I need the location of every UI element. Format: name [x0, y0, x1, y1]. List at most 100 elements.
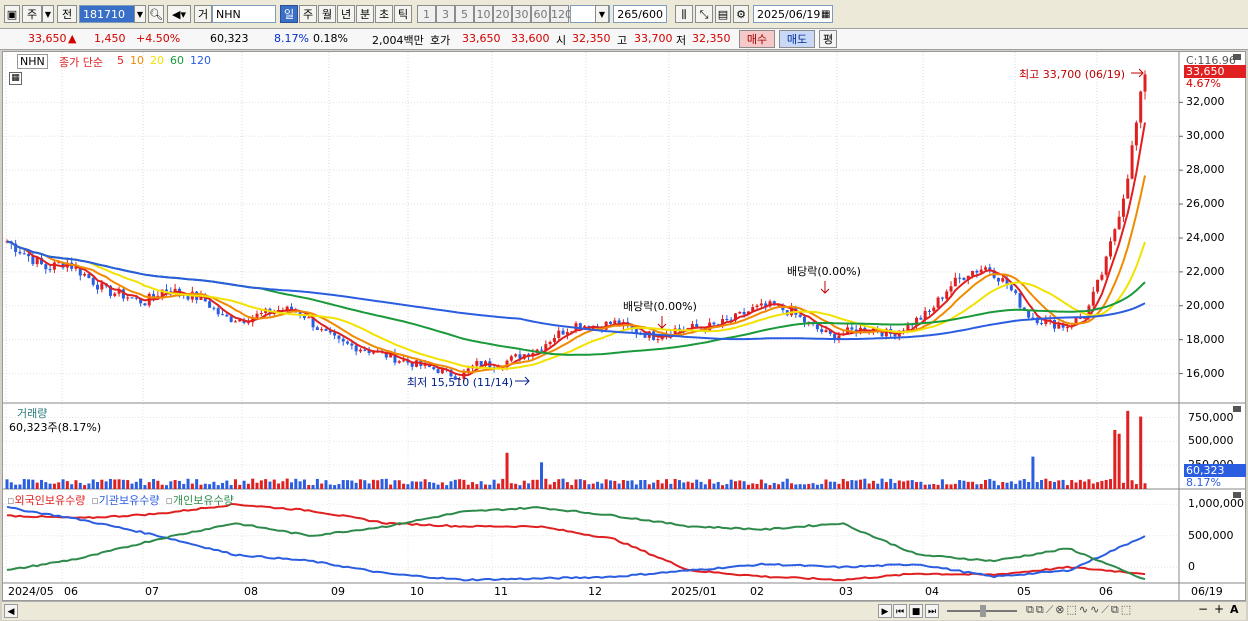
buy-button[interactable]: 매수	[739, 30, 775, 48]
zoom-out-icon[interactable]: −	[1198, 602, 1208, 616]
save-icon[interactable]: ▤	[715, 5, 731, 23]
prev-button[interactable]: 전	[57, 5, 77, 23]
interval-button[interactable]: 30	[512, 5, 531, 23]
gear-icon[interactable]: ⚙	[733, 5, 749, 23]
stock-name-field[interactable]: NHN	[212, 5, 276, 23]
period-tab[interactable]: 틱	[394, 5, 412, 23]
fast-forward-icon[interactable]: ⏭	[925, 604, 939, 618]
candle-body	[216, 308, 220, 315]
interval-button[interactable]: 120	[550, 5, 572, 23]
volume-bar	[604, 479, 608, 489]
volume-bar	[923, 484, 927, 489]
candle-body	[1014, 290, 1018, 294]
zoom-in-icon[interactable]: +	[1214, 602, 1224, 616]
market-label: 거	[194, 5, 212, 23]
line-tool-icon[interactable]: ⤡	[695, 5, 713, 23]
table-icon[interactable]: ▦	[9, 72, 22, 85]
interval-button[interactable]: 60	[531, 5, 550, 23]
volume-bar	[652, 482, 656, 489]
volume-bar	[186, 478, 190, 489]
candle-body	[320, 329, 324, 331]
volume-bar	[1005, 482, 1009, 489]
volume-bar	[113, 479, 117, 489]
window-icon[interactable]: ▣	[4, 5, 20, 23]
stock-chart[interactable]	[3, 52, 1245, 600]
chart-type-selector[interactable]: 주	[22, 5, 42, 23]
volume-bar	[708, 479, 712, 489]
candle-body	[932, 307, 936, 312]
volume-bar	[656, 479, 660, 489]
stop-icon[interactable]: ■	[909, 604, 923, 618]
scroll-left-icon[interactable]: ◀	[4, 604, 18, 618]
sell-button[interactable]: 매도	[779, 30, 815, 48]
volume-bar	[1143, 483, 1147, 489]
volume-bar	[216, 485, 220, 489]
zoom-slider-handle[interactable]	[980, 605, 986, 617]
price-axis-label: 30,000	[1186, 129, 1225, 143]
interval-button[interactable]: 1	[417, 5, 436, 23]
chart-scrollbar[interactable]: ◀ ▶ ⏮ ■ ⏭ ⧉⧉⟋⊗⬚∿∿⟋⧉⬚ − + A	[2, 601, 1246, 620]
volume-bar	[932, 483, 936, 489]
volume-bar	[285, 478, 289, 489]
period-tab[interactable]: 일	[280, 5, 298, 23]
x-axis-label: 11	[494, 585, 508, 598]
candle-body	[31, 256, 35, 265]
interval-button[interactable]: 20	[493, 5, 512, 23]
volume-bar	[863, 478, 867, 489]
speaker-icon[interactable]: ◀▾	[167, 5, 191, 23]
volume-bar	[393, 480, 397, 489]
volume-bar	[130, 483, 134, 489]
chevron-down-icon[interactable]: ▼	[42, 5, 54, 23]
rewind-icon[interactable]: ⏮	[893, 604, 907, 618]
chevron-down-icon[interactable]: ▼	[134, 5, 146, 23]
candle-body	[83, 273, 87, 276]
auto-scale-button[interactable]: A	[1230, 603, 1239, 616]
period-tab[interactable]: 월	[318, 5, 336, 23]
volume-bar	[1035, 482, 1039, 489]
volume-bar	[195, 479, 199, 489]
price-axis-label: 18,000	[1186, 332, 1225, 346]
candle-body	[229, 316, 233, 322]
code-input[interactable]: 181710	[79, 5, 135, 23]
candle-icon[interactable]: ⫼	[675, 5, 693, 23]
candle-body	[341, 338, 345, 342]
chevron-down-icon[interactable]: ▼	[595, 5, 609, 23]
interval-button[interactable]: 5	[455, 5, 474, 23]
volume-bar	[311, 484, 315, 489]
volume-bar	[246, 483, 250, 489]
chart-area[interactable]: NHN 종가 단순 5 10 20 60 120 ▦ 최고 33,700 (06/19)…	[2, 51, 1246, 601]
interval-button[interactable]: 3	[436, 5, 455, 23]
volume-bar	[837, 483, 841, 489]
volume-bar	[889, 478, 893, 489]
drawing-tools-icon[interactable]: ⧉⧉⟋⊗⬚∿∿⟋⧉⬚	[1026, 603, 1133, 617]
candle-body	[971, 270, 975, 276]
bar-count-field[interactable]: 265/600	[613, 5, 667, 23]
period-tab[interactable]: 년	[337, 5, 355, 23]
interval-button[interactable]: 10	[474, 5, 493, 23]
candle-body	[402, 360, 406, 362]
volume-bar	[156, 480, 160, 489]
candle-body	[48, 269, 52, 271]
period-tab[interactable]: 초	[375, 5, 393, 23]
volume-bar	[850, 480, 854, 489]
search-icon[interactable]: 🔍︎	[148, 5, 164, 23]
holding-legend-item: 개인보유수량	[172, 494, 234, 507]
candle-body	[656, 339, 660, 341]
candle-body	[945, 291, 949, 299]
calendar-icon[interactable]: ▦	[821, 9, 830, 20]
volume-bar	[1113, 429, 1117, 489]
volume-bar	[600, 483, 604, 489]
extra-pct: 0.18%	[313, 32, 348, 45]
volume-bar	[975, 484, 979, 489]
period-tab[interactable]: 분	[356, 5, 374, 23]
volume-bar	[867, 483, 871, 489]
candle-body	[233, 321, 237, 323]
volume-bar	[298, 481, 302, 489]
volume-bar	[768, 485, 772, 489]
volume-bar	[48, 483, 52, 489]
candle-body	[958, 277, 962, 279]
volume-bar	[902, 481, 906, 489]
eval-button[interactable]: 평	[819, 30, 837, 48]
scroll-right-icon[interactable]: ▶	[878, 604, 892, 618]
period-tab[interactable]: 주	[299, 5, 317, 23]
